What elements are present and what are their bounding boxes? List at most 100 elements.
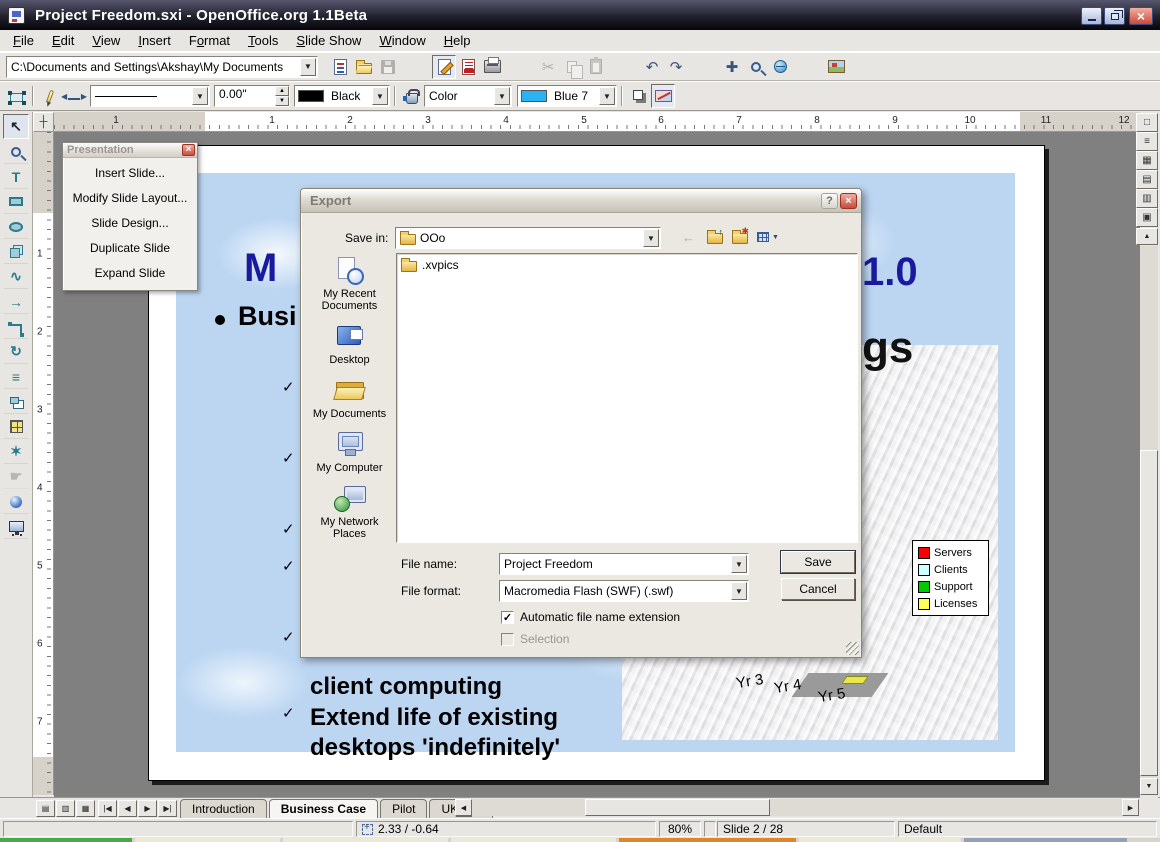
pen-style-icon[interactable]: [38, 84, 62, 108]
file-format-combobox[interactable]: Macromedia Flash (SWF) (.swf) ▼: [499, 580, 749, 602]
slide-tab[interactable]: Introduction: [180, 799, 267, 818]
chevron-down-icon[interactable]: ▼: [372, 87, 388, 105]
chevron-down-icon[interactable]: ▼: [192, 87, 208, 105]
effects-tool[interactable]: ✶: [3, 439, 29, 464]
save-icon[interactable]: [376, 55, 400, 79]
restore-button[interactable]: [1104, 7, 1125, 25]
chevron-down-icon[interactable]: ▼: [731, 555, 747, 573]
file-name-combobox[interactable]: Project Freedom ▼: [499, 553, 749, 575]
outline-view-button[interactable]: ≡: [1136, 132, 1158, 151]
edit-file-icon[interactable]: [432, 55, 456, 79]
palette-title-bar[interactable]: Presentation ×: [63, 143, 197, 158]
select-tool[interactable]: ↖: [3, 114, 29, 139]
previous-slide-button[interactable]: ◀: [118, 800, 137, 817]
menu-item[interactable]: Insert: [129, 31, 180, 50]
ruler-origin[interactable]: ┼: [33, 112, 54, 132]
insert-tool[interactable]: [3, 414, 29, 439]
first-slide-button[interactable]: |◀: [98, 800, 117, 817]
help-icon[interactable]: ?: [821, 193, 838, 209]
scroll-down-icon[interactable]: ▼: [1140, 778, 1158, 795]
redo-icon[interactable]: ↷: [664, 55, 688, 79]
chevron-down-icon[interactable]: ▼: [643, 229, 659, 247]
zoom-tool[interactable]: [3, 139, 29, 164]
handout-view-button[interactable]: ▥: [1136, 189, 1158, 208]
menu-item[interactable]: View: [83, 31, 129, 50]
text-tool[interactable]: T: [3, 164, 29, 189]
place-my-recent-documents[interactable]: My Recent Documents: [308, 257, 392, 312]
cut-icon[interactable]: ✂: [536, 55, 560, 79]
menu-item[interactable]: Edit: [43, 31, 83, 50]
file-list-item[interactable]: .xvpics: [401, 258, 853, 272]
export-pdf-icon[interactable]: [456, 55, 480, 79]
vertical-scrollbar-thumb[interactable]: [1140, 450, 1158, 776]
navigator-icon[interactable]: ✚: [720, 55, 744, 79]
master-mode-button[interactable]: ▥: [56, 800, 75, 817]
zoom-panel[interactable]: 80%: [659, 821, 701, 837]
rotate-tool[interactable]: ↻: [3, 339, 29, 364]
scroll-right-icon[interactable]: ▶: [1122, 799, 1139, 816]
next-slide-button[interactable]: ▶: [138, 800, 157, 817]
place-my-network-places[interactable]: My Network Places: [308, 485, 392, 540]
interaction-tool[interactable]: ☛: [3, 464, 29, 489]
minimize-button[interactable]: [1081, 7, 1102, 25]
chevron-down-icon[interactable]: ▼: [494, 87, 510, 105]
copy-icon[interactable]: [560, 55, 584, 79]
hyperlink-icon[interactable]: [768, 55, 792, 79]
layer-mode-button[interactable]: ▦: [76, 800, 95, 817]
vertical-ruler[interactable]: 1234567: [33, 132, 54, 795]
arrange-tool[interactable]: [3, 389, 29, 414]
curve-tool[interactable]: ∿: [3, 264, 29, 289]
file-list[interactable]: .xvpics: [396, 253, 858, 543]
edit-points-button[interactable]: [4, 84, 28, 108]
presentation-box-toggle[interactable]: [651, 84, 675, 108]
print-icon[interactable]: [480, 55, 504, 79]
scroll-left-icon[interactable]: ◀: [455, 799, 472, 816]
line-style-combobox[interactable]: ▼: [90, 85, 210, 107]
palette-menu-item[interactable]: Duplicate Slide: [63, 239, 197, 257]
chevron-down-icon[interactable]: ▼: [731, 582, 747, 600]
save-in-combobox[interactable]: OOo ▼: [395, 227, 661, 249]
line-width-spinner[interactable]: 0.00" ▲▼: [214, 85, 290, 107]
area-fill-icon[interactable]: [400, 84, 424, 108]
toolbar-button[interactable]: [796, 55, 820, 79]
fill-color-combobox[interactable]: Blue 7 ▼: [517, 85, 617, 107]
palette-close-icon[interactable]: ×: [182, 144, 195, 156]
undo-icon[interactable]: ↶: [640, 55, 664, 79]
page-style-panel[interactable]: Default: [898, 821, 1157, 837]
menu-item[interactable]: Window: [370, 31, 434, 50]
menu-item[interactable]: Format: [180, 31, 239, 50]
checkbox-checked-icon[interactable]: ✓: [501, 611, 514, 624]
toolbar-button[interactable]: [692, 55, 716, 79]
dialog-title-bar[interactable]: Export ? ×: [301, 189, 861, 213]
connector-tool[interactable]: [3, 314, 29, 339]
slide-mode-button[interactable]: ▤: [36, 800, 55, 817]
resize-grip[interactable]: [846, 642, 859, 655]
view-menu-icon[interactable]: ▼: [753, 227, 783, 247]
menu-item[interactable]: File: [4, 31, 43, 50]
spin-up-icon[interactable]: ▲: [275, 86, 289, 96]
menu-item[interactable]: Slide Show: [287, 31, 370, 50]
line-color-combobox[interactable]: Black ▼: [294, 85, 390, 107]
rectangle-tool[interactable]: [3, 189, 29, 214]
alignment-tool[interactable]: ≡: [3, 364, 29, 389]
horizontal-scrollbar-thumb[interactable]: [585, 799, 770, 816]
arrow-ends-icon[interactable]: [62, 84, 86, 108]
last-slide-button[interactable]: ▶|: [158, 800, 177, 817]
ellipse-tool[interactable]: [3, 214, 29, 239]
chevron-down-icon[interactable]: ▼: [599, 87, 615, 105]
horizontal-ruler[interactable]: 1123456789101112: [54, 112, 1140, 132]
close-button[interactable]: ×: [1129, 7, 1153, 25]
horizontal-scrollbar-track[interactable]: [472, 799, 1122, 816]
auto-extension-checkbox[interactable]: ✓ Automatic file name extension: [501, 610, 680, 624]
menu-item[interactable]: Help: [435, 31, 480, 50]
notes-view-button[interactable]: ▤: [1136, 170, 1158, 189]
3d-controller-tool[interactable]: [3, 489, 29, 514]
slides-view-button[interactable]: ▦: [1136, 151, 1158, 170]
back-icon[interactable]: ←: [677, 227, 700, 247]
scroll-up-icon[interactable]: ▲: [1136, 228, 1158, 245]
place-desktop[interactable]: Desktop: [308, 323, 392, 366]
up-one-level-icon[interactable]: ↑: [703, 227, 726, 247]
new-doc-icon[interactable]: [328, 55, 352, 79]
3d-objects-tool[interactable]: [3, 239, 29, 264]
slide-tab[interactable]: Pilot: [380, 799, 427, 818]
